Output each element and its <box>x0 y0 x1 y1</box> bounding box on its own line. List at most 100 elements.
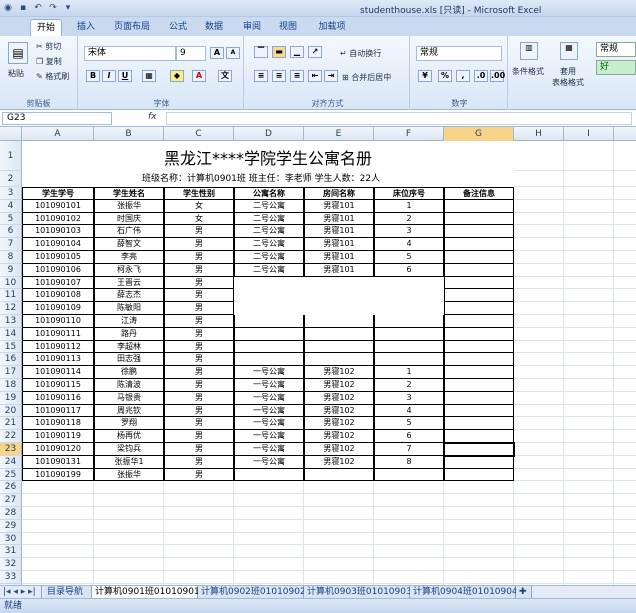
table-cell[interactable]: 101090131 <box>22 455 94 469</box>
wrap-text-button[interactable]: ↵ 自动换行 <box>340 48 381 59</box>
table-cell[interactable]: 二号公寓 <box>234 212 304 226</box>
table-cell[interactable] <box>444 379 514 392</box>
row-header[interactable]: 15 <box>0 340 22 354</box>
sheet-tab[interactable]: 计算机0903班01010903 <box>304 586 412 598</box>
column-header-h[interactable]: H <box>514 127 564 141</box>
table-cell[interactable]: 男寝102 <box>304 417 374 431</box>
number-format-select[interactable]: 常规 <box>416 46 502 61</box>
table-cell[interactable]: 男 <box>164 289 234 303</box>
row-header[interactable]: 27 <box>0 494 22 507</box>
table-cell[interactable]: 101090104 <box>22 238 94 251</box>
table-header-cell[interactable]: 学生姓名 <box>94 187 164 200</box>
table-cell[interactable]: 2 <box>374 212 444 226</box>
table-cell[interactable]: 男 <box>164 379 234 392</box>
row-header[interactable]: 21 <box>0 417 22 431</box>
table-cell[interactable]: 陈敏阳 <box>94 302 164 315</box>
table-cell[interactable]: 李亮 <box>94 251 164 264</box>
sheet-nav-arrows[interactable]: |◂ ◂ ▸ ▸| <box>0 586 42 598</box>
row-header[interactable]: 19 <box>0 391 22 405</box>
table-cell[interactable]: 薛智文 <box>94 238 164 251</box>
row-header[interactable]: 26 <box>0 481 22 495</box>
table-cell[interactable]: 男 <box>164 366 234 379</box>
row-header[interactable]: 31 <box>0 545 22 559</box>
table-cell[interactable]: 7 <box>374 443 444 456</box>
table-cell[interactable] <box>374 289 444 303</box>
copy-button[interactable]: ❐ 复制 <box>36 56 62 67</box>
table-cell[interactable]: 101090119 <box>22 430 94 443</box>
table-cell[interactable] <box>234 315 304 328</box>
table-cell[interactable] <box>444 391 514 405</box>
table-cell[interactable]: 101090110 <box>22 315 94 328</box>
table-header-cell[interactable]: 学生学号 <box>22 187 94 200</box>
table-cell[interactable] <box>444 327 514 341</box>
row-header[interactable]: 32 <box>0 558 22 571</box>
table-cell[interactable] <box>444 315 514 328</box>
table-cell[interactable]: 张振华1 <box>94 455 164 469</box>
increase-indent-icon[interactable]: ⇥ <box>324 70 338 82</box>
align-left-icon[interactable]: ≡ <box>254 70 268 82</box>
table-cell[interactable]: 一号公寓 <box>234 417 304 431</box>
comma-icon[interactable]: , <box>456 70 470 82</box>
table-cell[interactable] <box>444 404 514 418</box>
table-cell[interactable]: 一号公寓 <box>234 404 304 418</box>
tab-page-layout[interactable]: 页面布局 <box>108 19 156 36</box>
sheet-tab[interactable]: 目录导航 <box>44 586 92 598</box>
tab-home[interactable]: 开始 <box>30 19 62 36</box>
align-top-icon[interactable]: ▔ <box>254 46 268 58</box>
table-cell[interactable]: 4 <box>374 404 444 418</box>
table-cell[interactable]: 101090102 <box>22 212 94 226</box>
italic-button[interactable]: I <box>102 70 116 82</box>
row-header[interactable]: 23 <box>0 443 22 456</box>
table-cell[interactable]: 王晋云 <box>94 276 164 290</box>
office-button-icon[interactable]: ◉ <box>2 2 14 14</box>
table-cell[interactable]: 梁钧兵 <box>94 443 164 456</box>
table-cell[interactable]: 男 <box>164 251 234 264</box>
table-cell[interactable]: 101090116 <box>22 391 94 405</box>
table-cell[interactable]: 男 <box>164 340 234 354</box>
table-cell[interactable] <box>234 302 304 315</box>
row-header[interactable]: 2 <box>0 171 22 187</box>
format-painter-button[interactable]: ✎ 格式刷 <box>36 71 69 82</box>
tab-data[interactable]: 数据 <box>198 19 230 36</box>
paste-icon[interactable]: ▤ <box>8 42 28 64</box>
table-cell[interactable]: 一号公寓 <box>234 366 304 379</box>
table-cell[interactable] <box>444 238 514 251</box>
sheet-tab[interactable]: 计算机0902班01010902 <box>198 586 306 598</box>
table-cell[interactable] <box>444 289 514 303</box>
table-cell[interactable]: 6 <box>374 430 444 443</box>
table-cell[interactable] <box>444 199 514 213</box>
merge-center-button[interactable]: ⊞ 合并后居中 <box>342 72 391 83</box>
table-cell[interactable]: 101090115 <box>22 379 94 392</box>
table-cell[interactable] <box>304 302 374 315</box>
table-cell[interactable]: 6 <box>374 263 444 277</box>
table-cell[interactable] <box>304 340 374 354</box>
percent-icon[interactable]: % <box>438 70 452 82</box>
sheet-title[interactable]: 黑龙江****学院学生公寓名册 <box>22 141 514 171</box>
table-cell[interactable] <box>304 315 374 328</box>
table-cell[interactable]: 男寝102 <box>304 455 374 469</box>
row-header[interactable]: 11 <box>0 289 22 303</box>
table-cell[interactable]: 张振华 <box>94 468 164 482</box>
row-header[interactable]: 14 <box>0 327 22 341</box>
table-cell[interactable]: 101090118 <box>22 417 94 431</box>
table-cell[interactable] <box>444 276 514 290</box>
table-cell[interactable]: 男 <box>164 404 234 418</box>
row-header[interactable]: 7 <box>0 238 22 251</box>
table-cell[interactable]: 路丹 <box>94 327 164 341</box>
table-cell[interactable]: 101090114 <box>22 366 94 379</box>
table-cell[interactable]: 4 <box>374 238 444 251</box>
table-cell[interactable]: 男 <box>164 315 234 328</box>
row-header[interactable]: 29 <box>0 519 22 533</box>
table-cell[interactable]: 男寝102 <box>304 366 374 379</box>
table-cell[interactable]: 男寝102 <box>304 379 374 392</box>
cut-button[interactable]: ✂ 剪切 <box>36 41 61 52</box>
table-cell[interactable]: 101090101 <box>22 199 94 213</box>
table-cell[interactable]: 101090113 <box>22 353 94 367</box>
table-cell[interactable]: 一号公寓 <box>234 430 304 443</box>
table-cell[interactable]: 101090120 <box>22 443 94 456</box>
table-cell[interactable] <box>234 468 304 482</box>
align-middle-icon[interactable]: ▬ <box>272 46 286 58</box>
sheet-tab[interactable]: 计算机0901班01010901 <box>92 586 200 598</box>
table-cell[interactable]: 男 <box>164 238 234 251</box>
table-cell[interactable]: 柯永飞 <box>94 263 164 277</box>
